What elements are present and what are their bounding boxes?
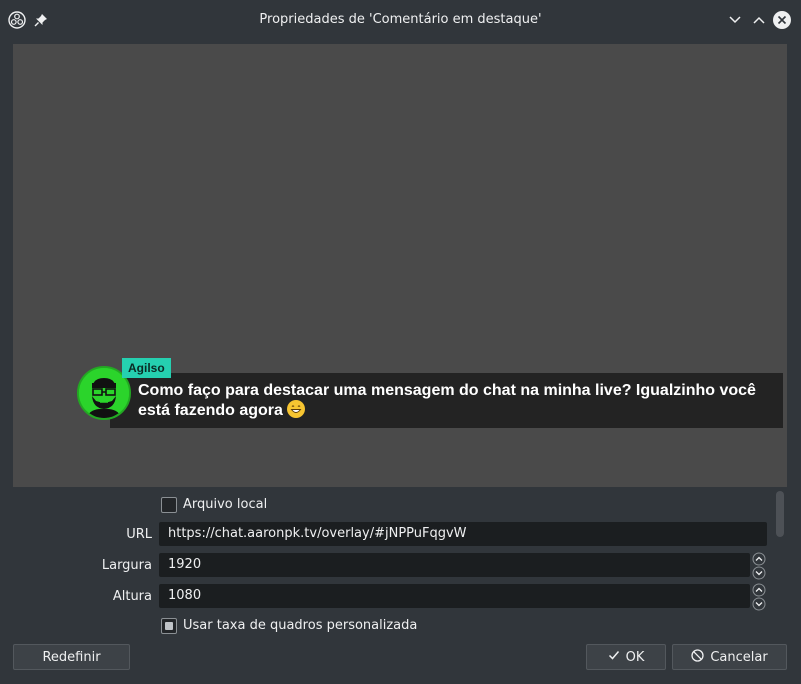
- width-label: Largura: [101, 558, 152, 573]
- url-label: URL: [126, 527, 152, 542]
- width-input[interactable]: 1920: [159, 553, 750, 577]
- chat-username-tag: Agilso: [122, 358, 171, 378]
- close-icon[interactable]: [772, 10, 792, 30]
- cancel-button-label: Cancelar: [710, 649, 768, 665]
- reset-button[interactable]: Redefinir: [13, 644, 130, 670]
- cancel-icon: [691, 648, 704, 666]
- maximize-chevron-up-icon[interactable]: [749, 10, 769, 30]
- title-bar: Propriedades de 'Comentário em destaque': [0, 0, 801, 40]
- check-icon: [608, 649, 620, 665]
- cancel-button[interactable]: Cancelar: [672, 644, 787, 670]
- height-input[interactable]: 1080: [159, 584, 750, 608]
- properties-scrollbar[interactable]: [776, 491, 784, 537]
- grinning-emoji-icon: [287, 400, 306, 418]
- ok-button-label: OK: [625, 649, 645, 665]
- local-file-checkbox[interactable]: [161, 497, 177, 513]
- url-input[interactable]: https://chat.aaronpk.tv/overlay/#jNPPuFq…: [159, 522, 767, 546]
- width-stepper[interactable]: [751, 552, 767, 580]
- browser-source-preview: Agilso Como faço para destacar uma mensa…: [13, 44, 787, 487]
- ok-button[interactable]: OK: [586, 644, 666, 670]
- chat-message-body: Como faço para destacar uma mensagem do …: [138, 382, 756, 419]
- height-label: Altura: [112, 589, 152, 604]
- window-title: Propriedades de 'Comentário em destaque': [259, 12, 542, 27]
- chat-message-text: Como faço para destacar uma mensagem do …: [138, 381, 778, 420]
- reset-button-label: Redefinir: [42, 649, 101, 665]
- height-stepper[interactable]: [751, 583, 767, 611]
- local-file-label: Arquivo local: [183, 497, 268, 512]
- custom-fps-checkbox[interactable]: [161, 618, 177, 634]
- minimize-chevron-down-icon[interactable]: [725, 10, 745, 30]
- custom-fps-label: Usar taxa de quadros personalizada: [183, 618, 418, 633]
